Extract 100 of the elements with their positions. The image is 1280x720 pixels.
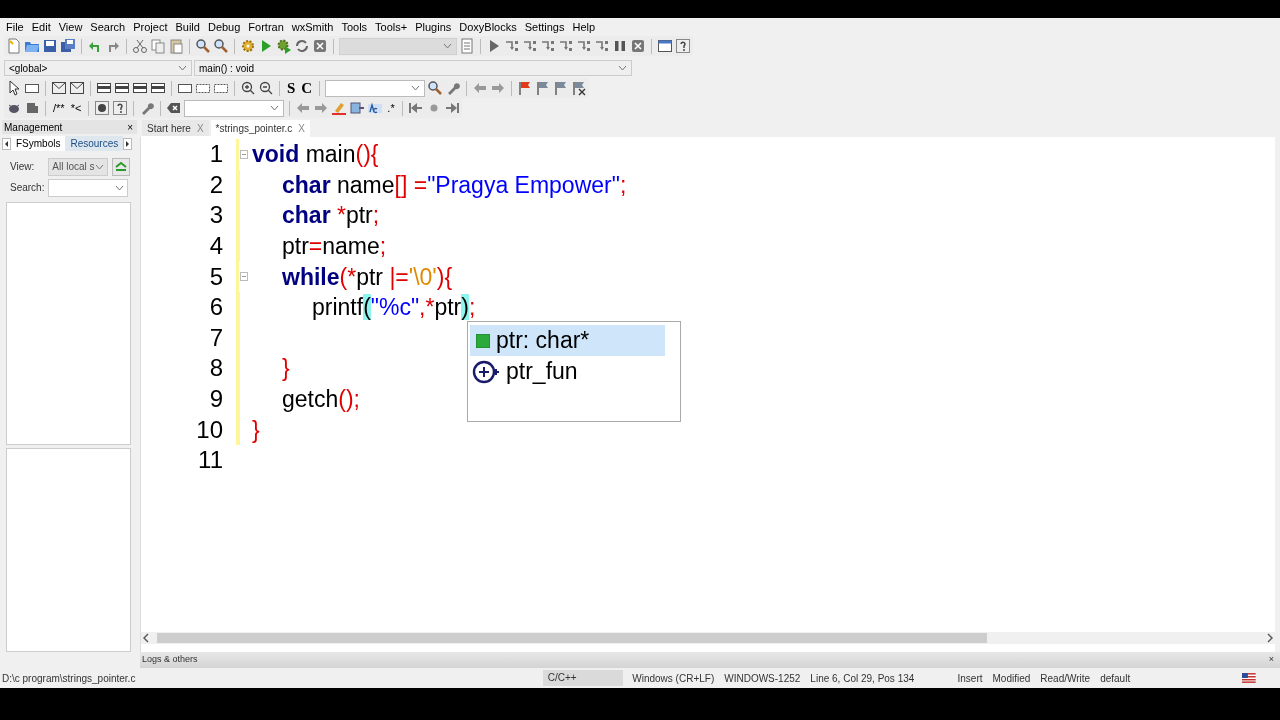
fold-marker[interactable] (240, 149, 248, 159)
toolbar-button[interactable]: .* (385, 100, 397, 116)
code-line: printf("%c",*ptr); (311, 293, 476, 322)
zoom-in-icon[interactable] (240, 80, 256, 96)
close-button[interactable]: × (127, 119, 133, 135)
cut-icon[interactable] (132, 38, 148, 54)
panel-title: Management (4, 120, 63, 135)
menu-item[interactable]: Help (568, 18, 600, 36)
step-icon[interactable] (540, 38, 556, 54)
bar-icon[interactable] (96, 80, 112, 96)
jump-forward-icon[interactable] (443, 100, 460, 116)
scroll-right-icon[interactable] (123, 137, 133, 150)
status-text: Insert (956, 671, 984, 686)
bar-icon[interactable] (150, 80, 166, 96)
jump-back-icon[interactable] (407, 100, 424, 116)
stop-icon[interactable] (630, 38, 646, 54)
menu-item[interactable]: File (2, 18, 28, 36)
save-all-icon[interactable] (60, 38, 76, 54)
field-label: Search: (10, 181, 45, 196)
step-icon[interactable] (594, 38, 610, 54)
arrow-right-icon[interactable] (490, 80, 507, 96)
field-label: View: (10, 160, 35, 175)
pause-icon[interactable] (612, 38, 628, 54)
panel-tab[interactable]: FSymbols (11, 136, 66, 152)
menu-item[interactable]: Plugins (411, 18, 456, 36)
menu-item[interactable]: Settings (520, 18, 569, 36)
menu-item[interactable]: Build (171, 18, 204, 36)
refresh-icon[interactable] (294, 38, 310, 54)
editor-tab[interactable]: *strings_pointer.c X (210, 120, 310, 137)
autocomplete-item[interactable]: ptr_fun (470, 356, 665, 387)
search-icon[interactable] (195, 38, 211, 54)
scroll-left-icon[interactable] (141, 633, 151, 643)
scroll-right-icon[interactable] (1265, 633, 1275, 643)
toolbar-button[interactable]: C (299, 80, 315, 96)
horizontal-scrollbar[interactable] (141, 632, 1275, 644)
fold-marker[interactable] (240, 272, 248, 282)
menu-item[interactable]: Fortran (244, 18, 288, 36)
status-text: WINDOWS-1252 (723, 671, 802, 686)
menu-item[interactable]: Debug (203, 18, 245, 36)
help-icon[interactable] (112, 100, 129, 116)
menu-item[interactable]: DoxyBlocks (455, 18, 521, 36)
step-icon[interactable] (522, 38, 538, 54)
scroll-thumb[interactable] (157, 633, 987, 643)
envelope-icon[interactable] (69, 80, 85, 96)
help-icon[interactable] (675, 38, 691, 54)
save-icon[interactable] (42, 38, 58, 54)
toolbar-button[interactable]: *< (68, 100, 84, 116)
refresh-icon[interactable] (112, 157, 131, 176)
menu-item[interactable]: View (54, 18, 87, 36)
scroll-left-icon[interactable] (2, 137, 11, 150)
bar-icon[interactable] (132, 80, 148, 96)
stop-icon[interactable] (312, 38, 328, 54)
search-icon[interactable] (213, 38, 229, 54)
build-run-icon[interactable] (276, 38, 292, 54)
bar-icon[interactable] (114, 80, 130, 96)
scope-combo[interactable]: <global> (4, 60, 192, 76)
step-icon[interactable] (504, 38, 520, 54)
view-combo[interactable]: All local s (48, 157, 109, 176)
toolbar-button[interactable]: S (285, 80, 298, 96)
close-button[interactable]: X (298, 121, 305, 136)
caret-icon (443, 43, 452, 49)
flag-remove-icon[interactable] (571, 80, 588, 96)
status-text: Modified (991, 671, 1032, 686)
paste-icon[interactable] (168, 38, 184, 54)
menu-item[interactable]: Edit (27, 18, 55, 36)
code-editor[interactable]: 1 void main(){ 2 char name[] ="Pragya Empower"; 3 char *ptr; 4 ptr=name; 5 while(*ptr |='\0'){ 6 printf("%c",*ptr); 7 8 } 9 getch(); 10 } 11 ptr: char* ptr_fun (140, 137, 1275, 652)
caret-icon (115, 184, 125, 191)
caret-icon (178, 65, 187, 71)
status-text: C/C++ (542, 670, 624, 686)
toolbar-button[interactable]: /** (51, 100, 67, 116)
close-button[interactable]: × (1268, 653, 1274, 667)
menu-item[interactable]: Project (129, 18, 172, 36)
caret-icon (270, 105, 280, 111)
panel-title: Logs & others (142, 653, 198, 667)
code-line: ptr=name; (281, 232, 387, 261)
search-icon[interactable] (427, 80, 444, 96)
window-icon[interactable] (657, 38, 673, 54)
clear-icon[interactable] (166, 100, 183, 116)
new-file-icon[interactable] (6, 38, 22, 54)
step-icon[interactable] (558, 38, 574, 54)
menu-item[interactable]: wxSmith (287, 18, 338, 36)
envelope-icon[interactable] (51, 80, 67, 96)
function-combo[interactable]: main() : void (194, 60, 632, 76)
zoom-out-icon[interactable] (258, 80, 274, 96)
arrow-right-icon[interactable] (313, 100, 330, 116)
menu-item[interactable]: Search (86, 18, 130, 36)
caret-icon (618, 65, 627, 71)
status-text: Line 6, Col 29, Pos 134 (809, 671, 916, 686)
menu-item[interactable]: Tools (337, 18, 372, 36)
panel-tab[interactable]: Resources (65, 136, 124, 152)
cursor-icon[interactable] (6, 80, 22, 96)
code-line: char *ptr; (281, 201, 380, 230)
code-line: } (281, 354, 290, 383)
autocomplete-item[interactable]: ptr: char* (470, 325, 665, 356)
copy-icon[interactable] (150, 38, 166, 54)
menu-item[interactable]: Tools+ (371, 18, 412, 36)
step-icon[interactable] (576, 38, 592, 54)
gear-icon[interactable] (240, 38, 256, 54)
highlighter-icon[interactable] (331, 100, 348, 116)
replace-icon[interactable] (349, 100, 366, 116)
